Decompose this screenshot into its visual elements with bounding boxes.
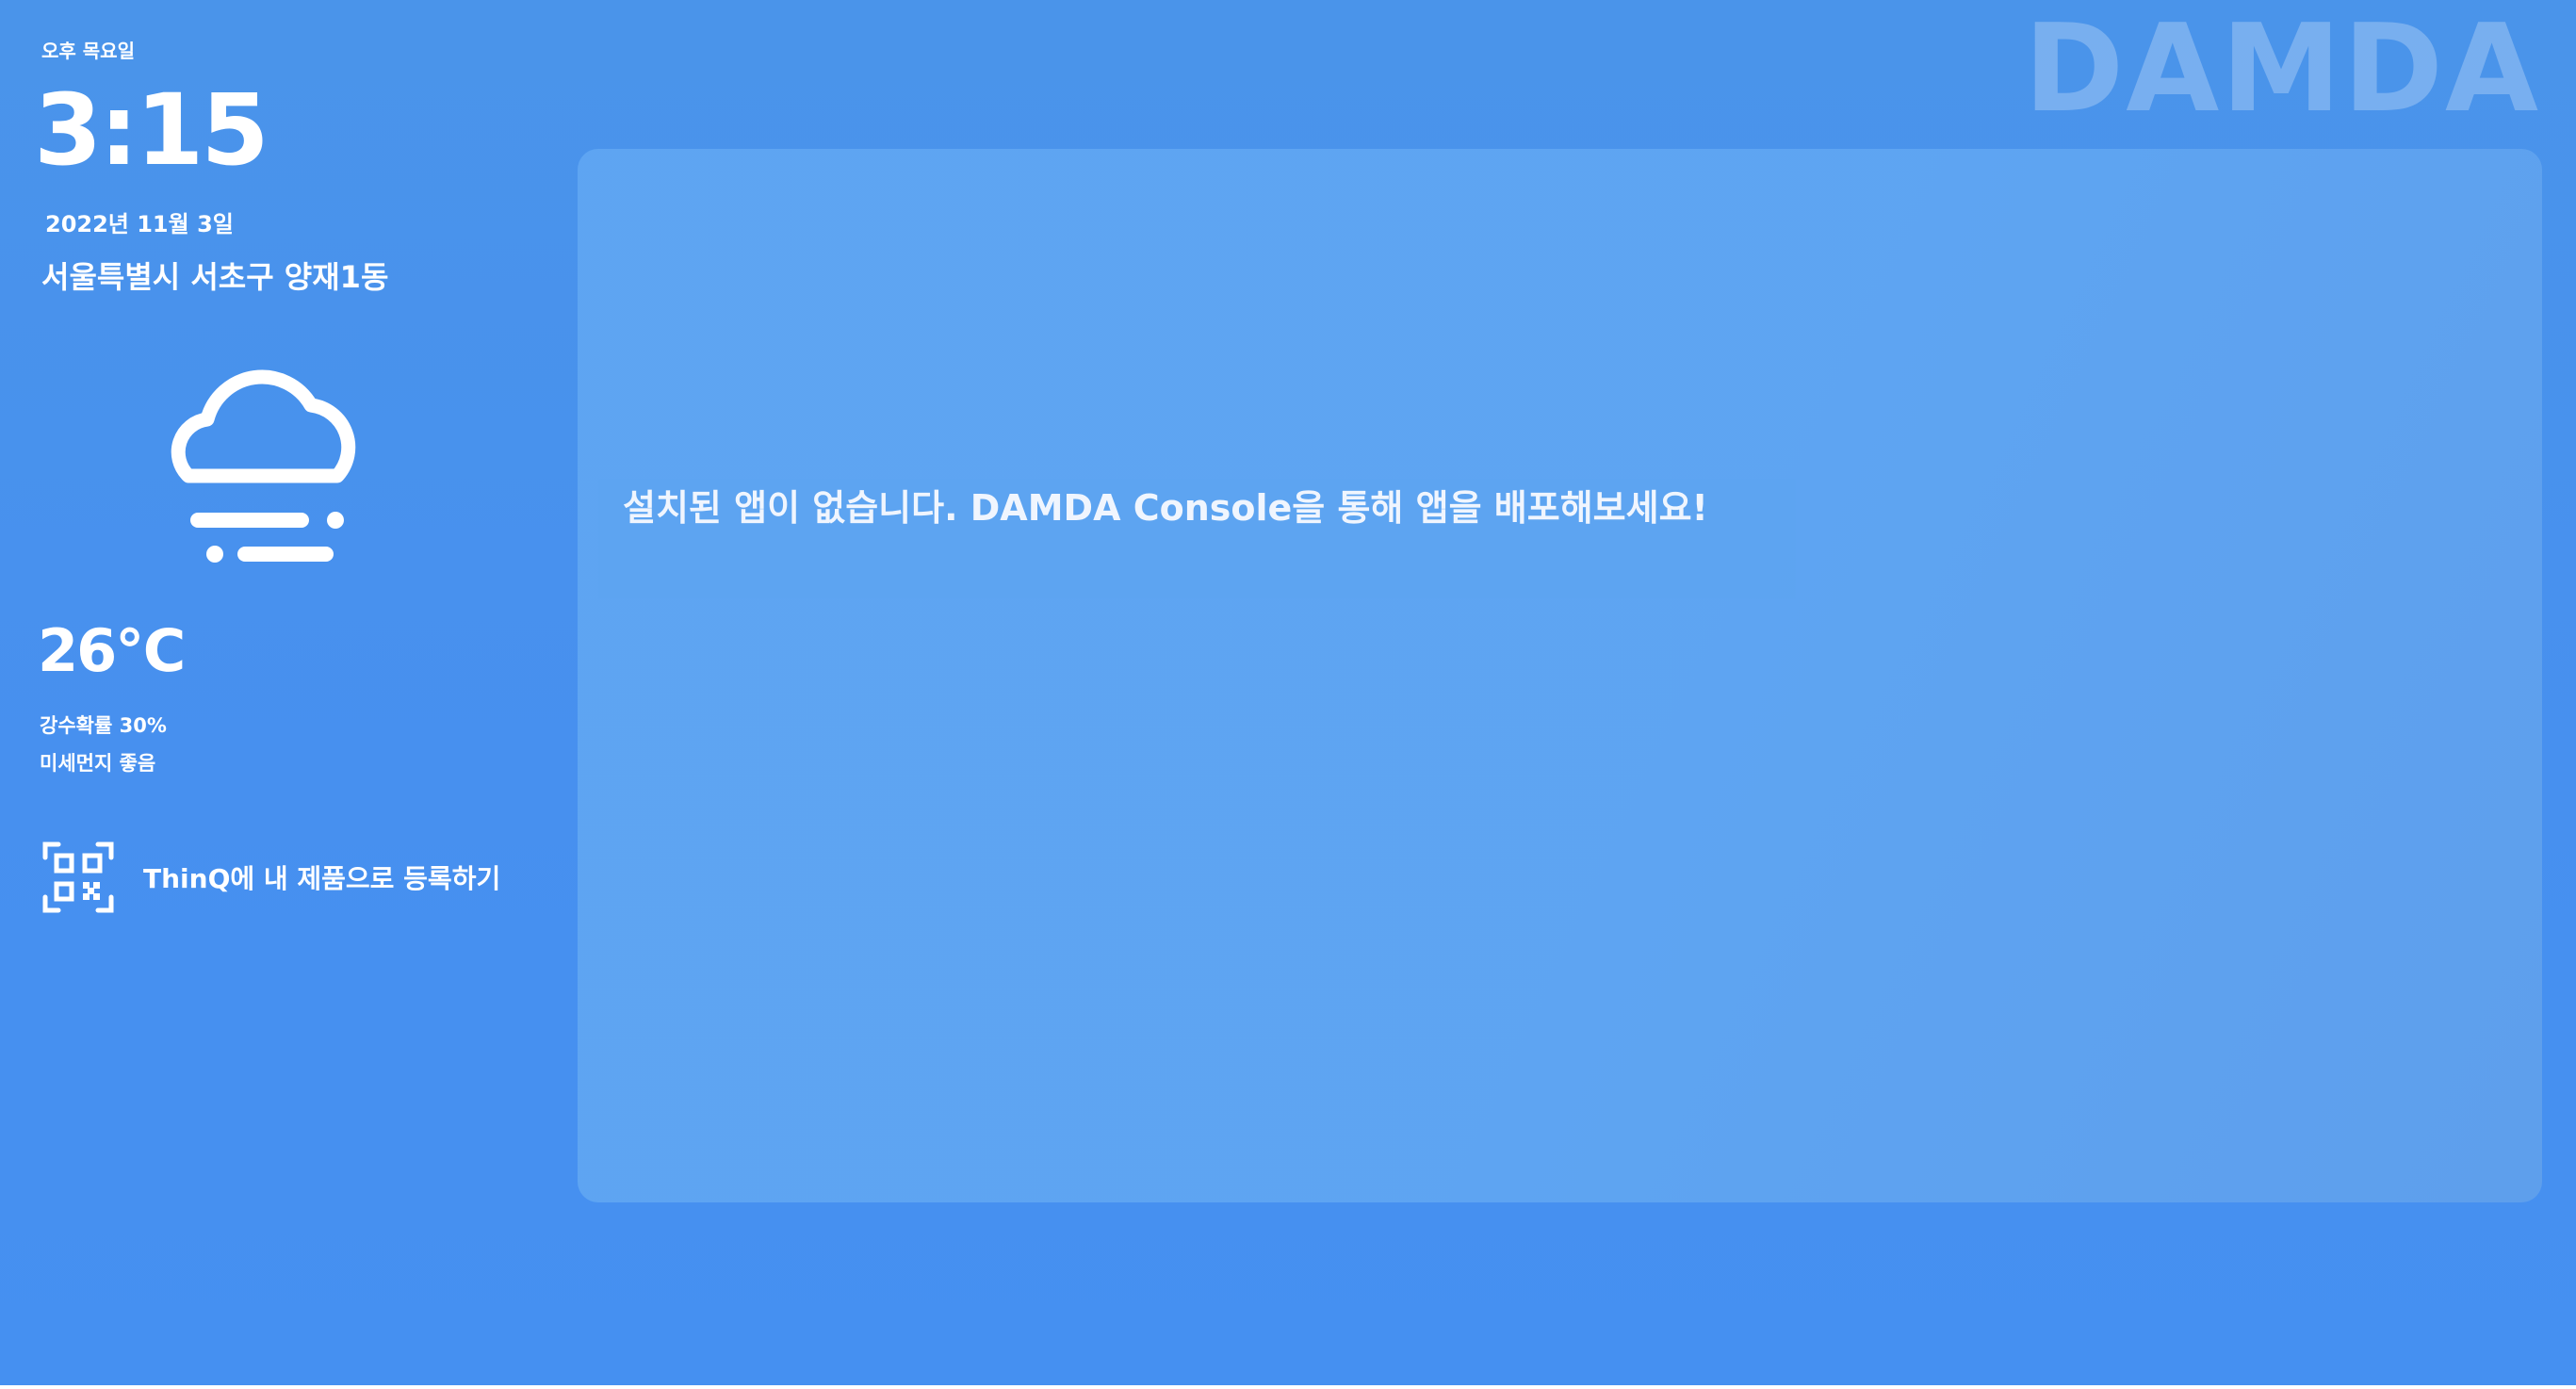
ampm-weekday: 오후 목요일 [41, 40, 135, 62]
current-date: 2022년 11월 3일 [45, 211, 234, 237]
sidebar: 오후 목요일 3:15 2022년 11월 3일 서울특별시 서초구 양재1동 … [0, 0, 565, 1385]
temperature: 26℃ [38, 616, 186, 685]
thinq-register-button[interactable]: ThinQ에 내 제품으로 등록하기 [41, 841, 500, 914]
precipitation-probability: 강수확률 30% [40, 714, 167, 737]
thinq-register-label: ThinQ에 내 제품으로 등록하기 [143, 863, 501, 894]
installed-apps-panel: 설치된 앱이 없습니다. DAMDA Console을 통해 앱을 배포해보세요… [578, 149, 2542, 1202]
location-label: 서울특별시 서초구 양재1동 [41, 259, 389, 295]
qr-code-icon [42, 842, 114, 913]
damda-logo: DAMDA [2024, 0, 2540, 139]
fine-dust-status: 미세먼지 좋음 [40, 752, 156, 775]
clock-time: 3:15 [34, 73, 269, 188]
home-screen: DAMDA 오후 목요일 3:15 2022년 11월 3일 서울특별시 서초구… [0, 0, 2576, 1385]
empty-apps-message: 설치된 앱이 없습니다. DAMDA Console을 통해 앱을 배포해보세요… [623, 487, 1708, 529]
cloud-fog-icon [171, 369, 356, 563]
